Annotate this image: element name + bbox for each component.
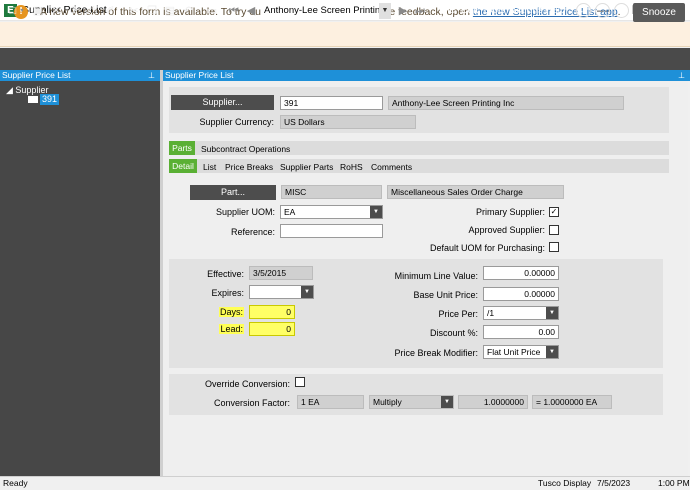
menu-actions[interactable]: Actions	[510, 5, 543, 16]
next-record-icon[interactable]: ▶	[395, 3, 411, 19]
tab-supplier-parts[interactable]: Supplier Parts	[280, 160, 333, 174]
main-panel-header: Supplier Price List	[163, 70, 690, 81]
menu-help[interactable]: Help	[545, 5, 566, 16]
new-version-banner	[0, 22, 690, 47]
cut-icon[interactable]: ✂	[126, 3, 142, 19]
refresh-icon[interactable]: ⟳	[66, 3, 82, 19]
new-dropdown-icon[interactable]: ▾	[18, 3, 26, 19]
default-uom-label: Default UOM for Purchasing:	[429, 243, 545, 253]
part-button[interactable]: Part...	[190, 185, 276, 200]
min-line-value-label: Minimum Line Value:	[394, 271, 478, 281]
primary-supplier-checkbox[interactable]: ✓	[549, 207, 559, 217]
tab-detail[interactable]: Detail	[169, 159, 197, 173]
toolbar	[0, 48, 690, 70]
status-time: 1:00 PM	[658, 478, 690, 488]
supplier-uom-combo[interactable]: EA	[280, 205, 383, 219]
days-field[interactable]: 0	[249, 305, 295, 319]
base-unit-price-field[interactable]: 0.00000	[483, 287, 559, 301]
menu-tools[interactable]: Tools	[482, 5, 505, 16]
discount-field[interactable]: 0.00	[483, 325, 559, 339]
conversion-result-field: = 1.0000000 EA	[532, 395, 612, 409]
chevron-down-icon[interactable]: ▼	[370, 206, 382, 218]
tab-rohs[interactable]: RoHS	[340, 160, 363, 174]
pin-icon[interactable]: ⊥	[678, 70, 685, 81]
part-description-field: Miscellaneous Sales Order Charge	[387, 185, 564, 199]
chevron-down-icon[interactable]: ▼	[546, 346, 558, 358]
days-label: Days:	[180, 307, 244, 317]
tab-comments[interactable]: Comments	[371, 160, 412, 174]
supplier-currency-label: Supplier Currency:	[199, 117, 274, 127]
paste-icon[interactable]: ▤	[162, 3, 178, 19]
primary-supplier-label: Primary Supplier:	[475, 207, 545, 217]
supplier-id-field[interactable]: 391	[280, 96, 383, 110]
supplier-node-icon	[28, 96, 38, 103]
reference-label: Reference:	[230, 227, 275, 237]
expand-icon[interactable]: ◢	[6, 85, 15, 95]
chevron-down-icon[interactable]: ▼	[301, 286, 313, 298]
override-conversion-checkbox[interactable]	[295, 377, 305, 387]
first-record-icon[interactable]: ⏮	[226, 3, 242, 19]
effective-label: Effective:	[207, 269, 244, 279]
conversion-from-uom-field: 1 EA	[297, 395, 364, 409]
save-icon[interactable]: ▣	[30, 3, 46, 19]
menu-edit[interactable]: Edit	[461, 5, 478, 16]
snooze-button[interactable]: Snooze	[633, 3, 685, 22]
forward-icon[interactable]: →	[595, 3, 610, 18]
home-icon[interactable]: ⌂	[614, 3, 629, 18]
lead-field[interactable]: 0	[249, 322, 295, 336]
min-line-value-field[interactable]: 0.00000	[483, 266, 559, 280]
approved-supplier-label: Approved Supplier:	[468, 225, 545, 235]
supplier-button[interactable]: Supplier...	[171, 95, 274, 110]
status-date: 7/5/2023	[597, 478, 631, 488]
override-conversion-label: Override Conversion:	[204, 379, 290, 389]
tab-parts[interactable]: Parts	[169, 141, 195, 155]
menu-file[interactable]: File	[439, 5, 455, 16]
clear-icon[interactable]: ✐	[102, 3, 118, 19]
delete-icon[interactable]: ✕	[48, 3, 64, 19]
discount-label: Discount %:	[429, 328, 478, 338]
part-number-field: MISC	[281, 185, 382, 199]
expires-label: Expires:	[211, 288, 244, 298]
conversion-factor-label: Conversion Factor:	[213, 398, 290, 408]
status-ready: Ready	[3, 478, 28, 488]
attachment-icon[interactable]: ▭	[204, 3, 220, 19]
lead-label-text: Lead:	[219, 324, 244, 334]
print-icon[interactable]: ⎙	[84, 3, 100, 19]
base-unit-price-label: Base Unit Price:	[413, 290, 478, 300]
approved-supplier-checkbox[interactable]	[549, 225, 559, 235]
last-record-icon[interactable]: ⏭	[412, 3, 428, 19]
supplier-name-field: Anthony-Lee Screen Printing Inc	[388, 96, 624, 110]
effective-date-field: 3/5/2015	[249, 266, 313, 280]
copy-icon[interactable]: ❐	[144, 3, 160, 19]
back-icon[interactable]: ←	[576, 3, 591, 18]
tab-list[interactable]: List	[203, 160, 216, 174]
days-label-text: Days:	[218, 307, 244, 317]
price-break-modifier-label: Price Break Modifier:	[394, 348, 478, 358]
tree-node-391[interactable]: 391	[40, 94, 60, 105]
chevron-down-icon: ▼	[441, 396, 453, 408]
lead-label: Lead:	[180, 324, 244, 334]
undo-icon[interactable]: ↶	[180, 3, 196, 19]
status-company: Tusco Display	[538, 478, 592, 488]
chevron-down-icon[interactable]: ▼	[379, 3, 391, 19]
tab-price-breaks[interactable]: Price Breaks	[225, 160, 273, 174]
chevron-down-icon[interactable]: ▼	[546, 307, 558, 319]
previous-record-icon[interactable]: ◀	[243, 3, 259, 19]
tree-panel-header: Supplier Price List	[0, 70, 160, 81]
reference-field[interactable]	[280, 224, 383, 238]
default-uom-checkbox[interactable]	[549, 242, 559, 252]
tree-panel	[0, 81, 160, 476]
supplier-navigation-combo[interactable]: Anthony-Lee Screen Printing	[261, 3, 379, 19]
price-per-label: Price Per:	[438, 309, 478, 319]
tab-subcontract-operations[interactable]: Subcontract Operations	[201, 142, 290, 156]
pin-icon[interactable]: ⊥	[148, 70, 155, 81]
supplier-uom-label: Supplier UOM:	[215, 207, 275, 217]
supplier-currency-field: US Dollars	[280, 115, 416, 129]
conversion-factor-field: 1.0000000	[458, 395, 528, 409]
